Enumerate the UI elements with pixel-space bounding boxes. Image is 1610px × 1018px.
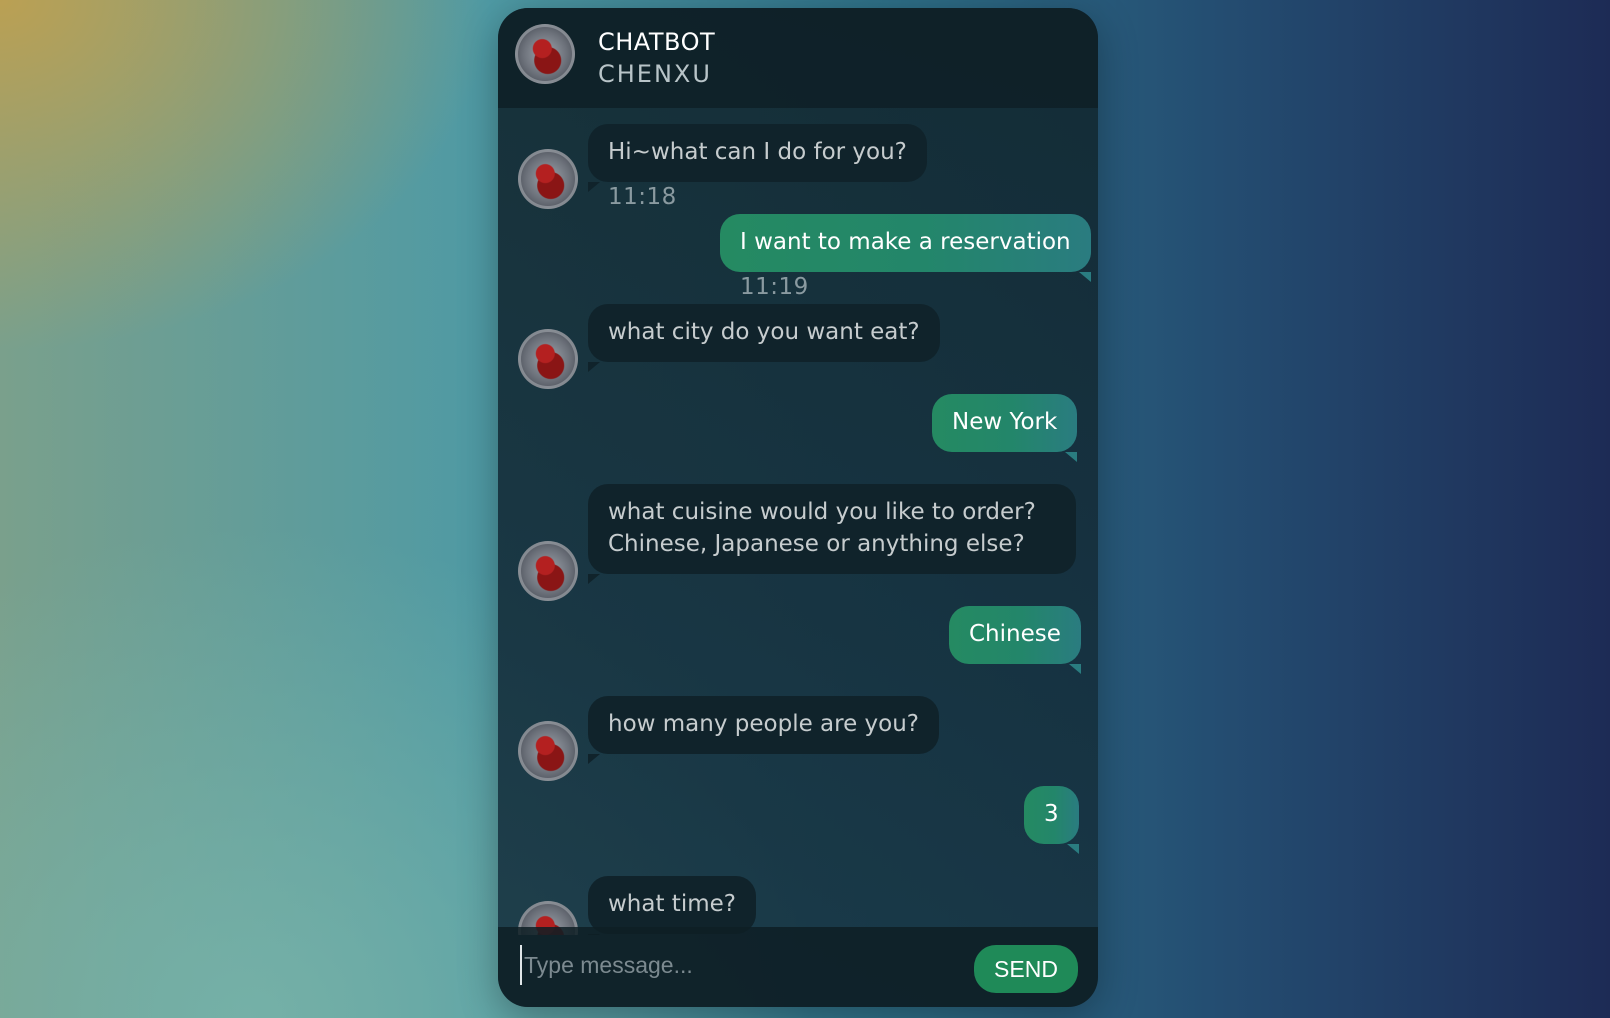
message-text: New York	[932, 394, 1078, 462]
message-list[interactable]: Hi~what can I do for you? 11:18 I want t…	[498, 108, 1098, 935]
chat-title: CHATBOT	[598, 28, 716, 56]
message-text: 3	[1024, 786, 1079, 854]
bot-avatar	[518, 721, 578, 781]
message-text: Chinese	[949, 606, 1081, 674]
message-text: what city do you want eat?	[588, 304, 940, 372]
message-text: how many people are you?	[588, 696, 940, 764]
input-bar: SEND	[498, 927, 1098, 1007]
bot-avatar	[518, 149, 578, 209]
message-text: Hi~what can I do for you?	[588, 124, 927, 192]
message-text: what cuisine would you like to order? Ch…	[588, 484, 1076, 584]
message-time: 11:18	[608, 184, 677, 210]
bot-avatar	[518, 329, 578, 389]
message-text: what time?	[588, 876, 756, 935]
chat-header: CHATBOT CHENXU	[498, 8, 1098, 108]
message-input[interactable]	[520, 945, 940, 985]
chat-subtitle: CHENXU	[598, 60, 712, 88]
send-button[interactable]: SEND	[974, 945, 1078, 993]
message-time: 11:19	[740, 274, 809, 300]
bot-avatar	[518, 541, 578, 601]
bot-avatar	[515, 24, 575, 84]
message-text: I want to make a reservation	[720, 214, 1091, 282]
chat-window: CHATBOT CHENXU Hi~what can I do for you?…	[498, 8, 1098, 1007]
